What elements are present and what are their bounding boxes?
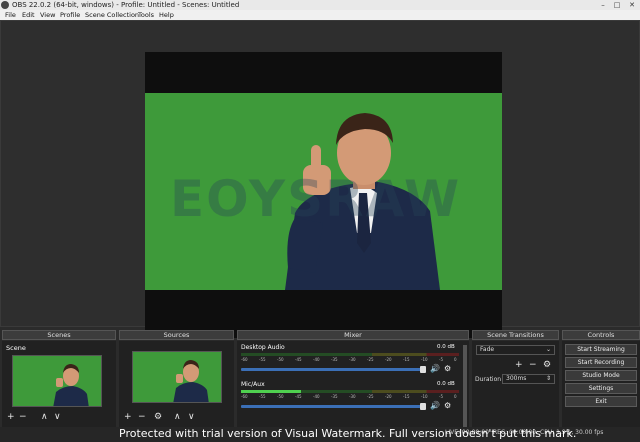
mic-aux-volume-handle[interactable] [420,403,426,410]
menu-view[interactable]: View [40,10,55,20]
move-scene-up-button[interactable]: ∧ [41,412,48,422]
scenes-header: Scenes [2,330,116,340]
remove-scene-button[interactable]: − [19,412,27,422]
obs-logo-icon [1,1,9,9]
settings-button[interactable]: Settings [565,383,637,394]
controls-panel: Controls Start Streaming Start Recording… [562,330,640,442]
scene-thumbnail-figure [53,364,89,406]
source-thumbnail-figure [173,360,209,402]
desktop-audio-volume-handle[interactable] [420,366,426,373]
mixer-panel: Mixer Desktop Audio 0.0 dB -60 -55 -50 -… [237,330,469,442]
move-scene-down-button[interactable]: ∨ [54,412,61,422]
desktop-audio-speaker-icon[interactable]: 🔊 [430,364,440,373]
mic-aux-db: 0.0 dB [437,381,455,387]
add-transition-button[interactable]: + [515,360,523,370]
mic-aux-volume-slider[interactable] [241,405,423,408]
duration-value: 300ms [506,375,527,382]
move-source-down-button[interactable]: ∨ [188,412,195,422]
mic-aux-speaker-icon[interactable]: 🔊 [430,401,440,410]
mic-aux-label: Mic/Aux [241,381,265,388]
controls-header: Controls [562,330,640,340]
source-properties-button[interactable]: ⚙ [154,412,162,422]
menu-file[interactable]: File [5,10,16,20]
scenes-panel: Scenes Scene + − ∧ ∨ [2,330,116,442]
remove-source-button[interactable]: − [138,412,146,422]
desktop-audio-meter [241,353,459,356]
desktop-audio-scale: -60 -55 -50 -45 -40 -35 -30 -25 -20 -15 … [241,357,457,362]
desktop-audio-label: Desktop Audio [241,344,285,351]
maximize-button[interactable]: □ [612,0,622,10]
start-recording-button[interactable]: Start Recording [565,357,637,368]
duration-label: Duration [475,376,502,383]
sources-panel: Sources + − ⚙ ∧ ∨ [119,330,234,442]
transition-settings-button[interactable]: ⚙ [543,360,551,370]
stepper-icon[interactable]: ⇕ [546,375,551,383]
sources-header: Sources [119,330,234,340]
studio-mode-button[interactable]: Studio Mode [565,370,637,381]
menu-profile[interactable]: Profile [60,10,80,20]
mic-aux-scale: -60 -55 -50 -45 -40 -35 -30 -25 -20 -15 … [241,394,457,399]
move-source-up-button[interactable]: ∧ [174,412,181,422]
start-streaming-button[interactable]: Start Streaming [565,344,637,355]
preview-canvas[interactable]: EOYSRAW [145,52,502,338]
transition-select[interactable]: Fade ⌄ [476,345,555,355]
preview-area[interactable]: EOYSRAW [0,20,640,338]
minimize-button[interactable]: – [598,0,608,10]
add-source-button[interactable]: + [124,412,132,422]
watermark-logo: EOYSRAW [170,170,462,228]
menu-help[interactable]: Help [159,10,174,20]
scene-thumbnail[interactable] [12,355,102,407]
mixer-scrollbar[interactable] [463,345,467,431]
close-button[interactable]: ✕ [627,0,637,10]
chevron-down-icon: ⌄ [545,346,551,353]
mic-aux-meter-level [241,390,301,393]
source-thumbnail[interactable] [132,351,222,403]
desktop-audio-volume-slider[interactable] [241,368,423,371]
transition-selected-value: Fade [480,346,495,353]
add-scene-button[interactable]: + [7,412,15,422]
menu-bar: File Edit View Profile Scene Collection … [0,10,640,20]
menu-edit[interactable]: Edit [22,10,35,20]
scene-item-label[interactable]: Scene [6,344,26,352]
menu-tools[interactable]: Tools [138,10,154,20]
mic-aux-settings-icon[interactable]: ⚙ [444,401,451,410]
desktop-audio-settings-icon[interactable]: ⚙ [444,364,451,373]
scene-transitions-header: Scene Transitions [472,330,559,340]
duration-input[interactable]: 300ms ⇕ [502,374,555,384]
menu-scene-collection[interactable]: Scene Collection [85,10,139,20]
window-title: OBS 22.0.2 (64-bit, windows) - Profile: … [12,1,240,9]
scene-transitions-panel: Scene Transitions Fade ⌄ + − ⚙ Duration … [472,330,559,442]
desktop-audio-db: 0.0 dB [437,344,455,350]
title-bar: OBS 22.0.2 (64-bit, windows) - Profile: … [0,0,640,10]
trial-watermark-notice: Protected with trial version of Visual W… [119,427,577,440]
remove-transition-button[interactable]: − [529,360,537,370]
mixer-header: Mixer [237,330,469,340]
exit-button[interactable]: Exit [565,396,637,407]
